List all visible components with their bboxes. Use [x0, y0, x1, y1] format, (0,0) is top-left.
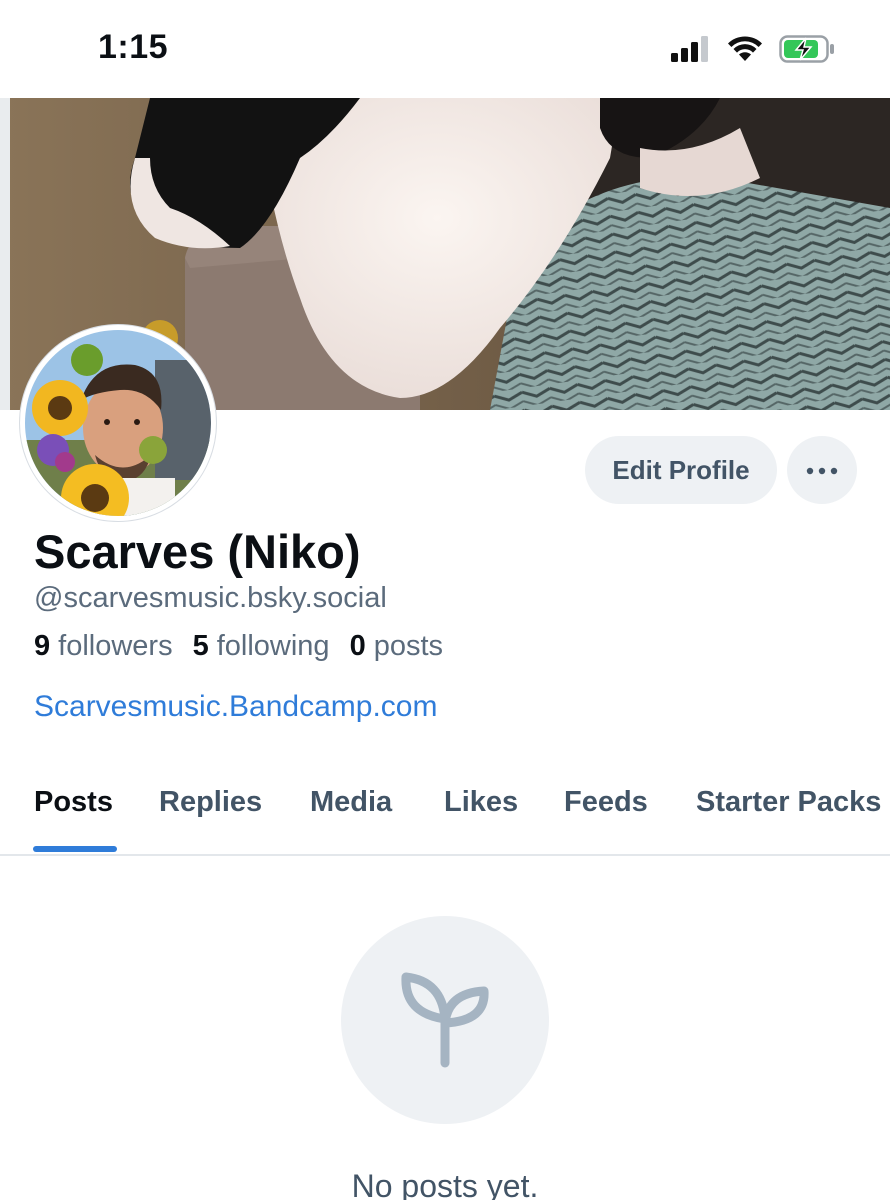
profile-avatar[interactable] — [20, 325, 216, 521]
posts-count: 0 — [349, 630, 366, 662]
tab-feeds[interactable]: Feeds — [564, 786, 648, 819]
tab-likes[interactable]: Likes — [444, 786, 518, 819]
following-label: following — [216, 630, 330, 662]
profile-tabs: Posts Replies Media Likes Feeds Starter … — [0, 768, 890, 856]
wifi-icon — [727, 35, 763, 68]
ellipsis-icon — [806, 463, 838, 478]
cellular-signal-icon — [671, 35, 711, 67]
active-tab-indicator — [33, 846, 117, 852]
following-stat[interactable]: 5 following — [193, 630, 330, 663]
followers-stat[interactable]: 9 followers — [34, 630, 173, 663]
followers-count: 9 — [34, 630, 51, 662]
status-icons — [671, 34, 835, 68]
tab-replies[interactable]: Replies — [159, 786, 262, 819]
followers-label: followers — [58, 630, 173, 662]
edit-profile-button[interactable]: Edit Profile — [585, 436, 777, 504]
battery-charging-icon — [779, 34, 835, 68]
more-options-button[interactable] — [787, 436, 857, 504]
tab-media[interactable]: Media — [310, 786, 392, 819]
following-count: 5 — [192, 630, 209, 662]
profile-stats: 9 followers 5 following 0 posts — [34, 630, 443, 663]
tab-posts[interactable]: Posts — [34, 786, 113, 819]
empty-state-icon-container — [341, 916, 549, 1124]
empty-state-message: No posts yet. — [351, 1168, 539, 1200]
seedling-icon — [390, 963, 500, 1078]
profile-website-link[interactable]: Scarvesmusic.Bandcamp.com — [34, 690, 437, 724]
tab-starter-packs[interactable]: Starter Packs — [696, 786, 881, 819]
posts-stat: 0 posts — [350, 630, 443, 663]
status-bar: 1:15 — [0, 0, 890, 98]
display-name: Scarves (Niko) — [34, 525, 361, 578]
posts-label: posts — [373, 630, 444, 662]
profile-handle: @scarvesmusic.bsky.social — [34, 582, 387, 614]
status-time: 1:15 — [98, 28, 169, 66]
profile-screen: 1:15 Edit Profile Scarves (Niko) @scarve… — [0, 0, 890, 1200]
